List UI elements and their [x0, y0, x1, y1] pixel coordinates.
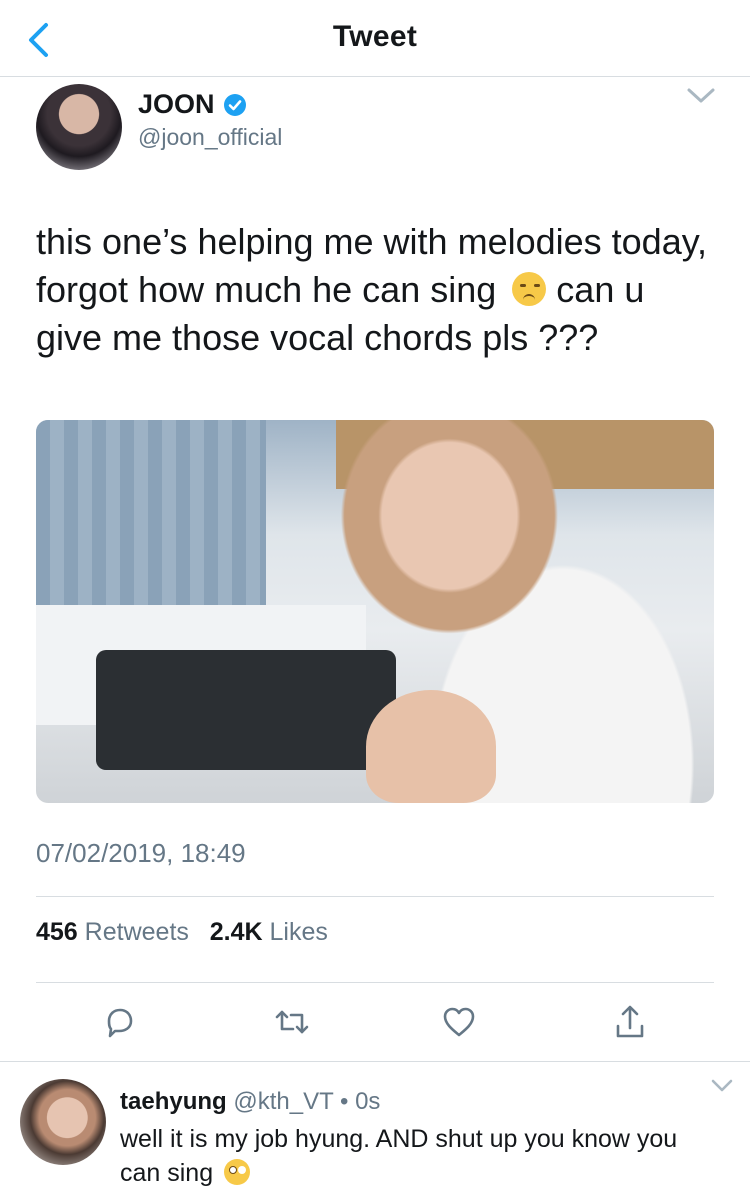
like-icon	[443, 1007, 475, 1037]
photo-background-curtain	[36, 420, 266, 620]
retweet-button[interactable]	[270, 1000, 314, 1044]
verified-badge-icon	[223, 93, 246, 116]
retweet-icon	[275, 1010, 309, 1034]
retweets-count[interactable]: 456	[36, 918, 78, 946]
share-button[interactable]	[608, 1000, 652, 1044]
reply-author-name[interactable]: taehyung	[120, 1088, 227, 1115]
retweets-label[interactable]: Retweets	[85, 918, 189, 946]
top-navigation-bar: Tweet	[0, 0, 750, 77]
tweet-text: this one’s helping me with melodies toda…	[36, 218, 716, 362]
author-avatar[interactable]	[36, 84, 122, 170]
author-name: JOON	[138, 89, 215, 119]
share-icon	[616, 1005, 644, 1038]
reply-separator	[0, 1061, 750, 1062]
tweet-actions-bar	[0, 1000, 750, 1044]
reply-icon	[107, 1008, 133, 1038]
reply-author-handle[interactable]: @kth_VT	[233, 1088, 333, 1115]
chevron-down-icon[interactable]	[710, 1078, 734, 1094]
tweet-timestamp: 07/02/2019, 18:49	[36, 838, 246, 868]
likes-label[interactable]: Likes	[270, 918, 328, 946]
chevron-down-icon[interactable]	[686, 86, 716, 106]
divider	[36, 982, 714, 983]
reply-age: • 0s	[340, 1088, 381, 1115]
reply-header: taehyung @kth_VT • 0s	[120, 1088, 380, 1116]
reply-button[interactable]	[98, 1000, 142, 1044]
photo-hands	[366, 690, 496, 803]
tweet-photo[interactable]	[36, 420, 714, 803]
reply-avatar[interactable]	[20, 1079, 106, 1165]
reply-text: well it is my job hyung. AND shut up you…	[120, 1122, 720, 1190]
divider	[36, 896, 714, 897]
reply-text-main: well it is my job hyung. AND shut up you…	[120, 1125, 678, 1187]
pensive-face-emoji-icon	[512, 272, 547, 306]
likes-count[interactable]: 2.4K	[210, 918, 263, 946]
like-button[interactable]	[437, 1000, 481, 1044]
author-display-name[interactable]: JOON	[138, 89, 247, 120]
page-title: Tweet	[332, 20, 418, 53]
author-handle[interactable]: @joon_official	[138, 124, 282, 151]
rolling-eyes-emoji-icon	[224, 1159, 251, 1185]
tweet-stats: 456 Retweets 2.4K Likes	[36, 918, 328, 947]
